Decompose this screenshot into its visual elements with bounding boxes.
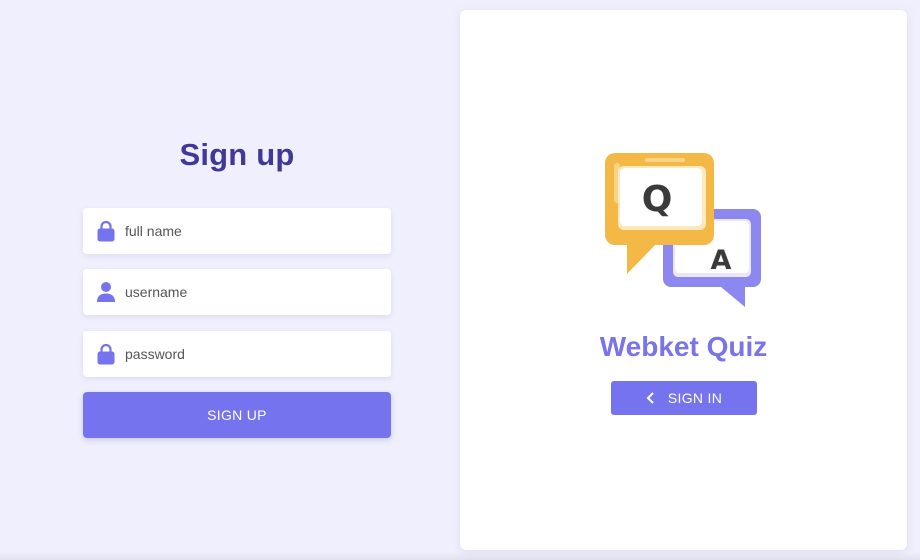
username-input[interactable] — [125, 284, 375, 300]
brand-title: Webket Quiz — [599, 331, 768, 362]
lock-icon — [96, 343, 116, 365]
chevron-left-icon — [646, 392, 656, 404]
sign-in-button[interactable]: SIGN IN — [611, 381, 757, 415]
signup-page: Sign up full name username SIGN UP A Q W… — [0, 0, 920, 560]
bottom-shadow — [0, 552, 920, 560]
sign-in-label: SIGN IN — [667, 390, 723, 406]
user-icon — [96, 281, 116, 303]
page-title: Sign up — [179, 137, 295, 172]
welcome-card: A Q Webket Quiz SIGN IN — [460, 10, 907, 550]
full-name-input[interactable] — [125, 223, 375, 239]
password-field[interactable] — [83, 331, 391, 377]
password-input[interactable] — [125, 346, 375, 362]
signup-panel: Sign up full name username SIGN UP — [0, 0, 460, 560]
full-name-field[interactable] — [83, 208, 391, 254]
q-letter: Q — [642, 179, 673, 220]
qa-chat-bubbles-icon: A Q — [605, 153, 761, 307]
username-field[interactable] — [83, 269, 391, 315]
a-letter: A — [711, 245, 732, 276]
sign-up-button[interactable]: SIGN UP — [83, 392, 391, 438]
lock-icon — [96, 220, 116, 242]
